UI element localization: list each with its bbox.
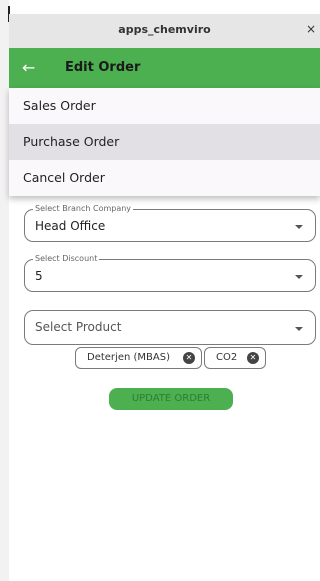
window-title: apps_chemviro bbox=[118, 23, 211, 36]
product-chip: Deterjen (MBAS) ✕ bbox=[75, 347, 202, 369]
window-edge bbox=[0, 0, 10, 581]
order-type-menu: Sales Order Purchase Order Cancel Order bbox=[9, 88, 320, 196]
chevron-down-icon bbox=[295, 275, 303, 279]
discount-value: 5 bbox=[35, 269, 43, 283]
app-bar: ← Edit Order bbox=[9, 48, 320, 88]
product-placeholder: Select Product bbox=[35, 320, 122, 334]
arrow-left-icon[interactable]: ← bbox=[22, 58, 35, 77]
product-chip-label: CO2 bbox=[216, 352, 238, 363]
update-order-button[interactable]: UPDATE ORDER bbox=[109, 388, 233, 410]
branch-company-select[interactable]: Select Branch Company Head Office bbox=[24, 204, 316, 242]
product-select[interactable]: Select Product bbox=[24, 310, 316, 345]
branch-company-value: Head Office bbox=[35, 219, 106, 233]
discount-select[interactable]: Select Discount 5 bbox=[24, 254, 316, 292]
menu-item-sales-order[interactable]: Sales Order bbox=[9, 88, 320, 124]
remove-chip-icon[interactable]: ✕ bbox=[247, 352, 259, 364]
product-chip: CO2 ✕ bbox=[204, 347, 266, 369]
menu-item-cancel-order[interactable]: Cancel Order bbox=[9, 160, 320, 196]
product-chip-label: Deterjen (MBAS) bbox=[87, 352, 170, 363]
page-title: Edit Order bbox=[65, 60, 141, 75]
branch-company-label: Select Branch Company bbox=[33, 204, 134, 214]
chevron-down-icon bbox=[295, 225, 303, 229]
remove-chip-icon[interactable]: ✕ bbox=[183, 352, 195, 364]
menu-item-purchase-order[interactable]: Purchase Order bbox=[9, 124, 320, 160]
discount-label: Select Discount bbox=[33, 254, 100, 264]
chevron-down-icon bbox=[295, 327, 303, 331]
window-titlebar: apps_chemviro × bbox=[9, 14, 320, 48]
close-icon[interactable]: × bbox=[306, 22, 316, 36]
